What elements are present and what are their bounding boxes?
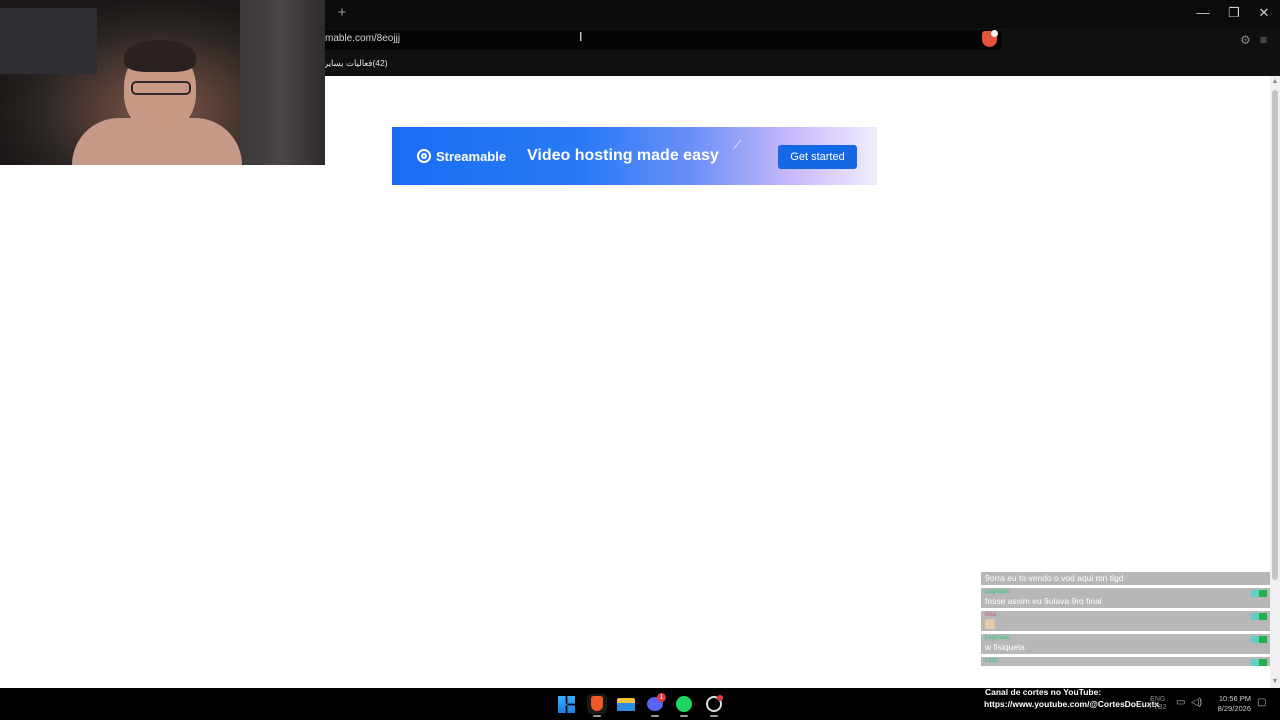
banner-tagline: Video hosting made easy	[527, 147, 719, 164]
stream-overlay-caption: Canal de cortes no YouTube:	[985, 687, 1102, 697]
chat-message: pagnaldo w fisiquela	[981, 634, 1270, 654]
chat-message-text: 9orra eu to vendo o vod aqui mn tlgd	[985, 573, 1124, 583]
chat-message: lofeh	[981, 657, 1270, 666]
webcam-background-curtain	[240, 0, 325, 165]
webcam-person-hair	[124, 40, 196, 72]
chat-username: nisu	[985, 612, 997, 618]
minimize-button[interactable]: —	[1188, 4, 1218, 22]
restore-button[interactable]: ❐	[1219, 4, 1249, 22]
menu-icon[interactable]: ≡	[1260, 33, 1267, 47]
screen: + — ❐ ✕ mable.com/8eojjj I ⚙ ≡ (42)فعالي…	[0, 0, 1280, 720]
keyboard-layout: PTB2	[1149, 704, 1167, 711]
running-app-indicator	[680, 715, 688, 717]
input-language-indicator[interactable]: ENG PTB2	[1149, 696, 1167, 712]
chat-message: pagnaldo fosse assim eu 9ulava 9ro final	[981, 588, 1270, 608]
webcam-overlay	[0, 0, 325, 165]
chat-username: pagnaldo	[985, 635, 1010, 641]
scrollbar-thumb[interactable]	[1272, 90, 1278, 580]
bookmark-item[interactable]: (42)فعاليات بساير	[324, 58, 388, 69]
running-app-indicator	[710, 715, 718, 717]
chat-badges-icon	[1251, 590, 1267, 597]
system-clock[interactable]: 10:56 PM 8/29/2026	[1206, 694, 1251, 714]
chat-message-text: fosse assim eu 9ulava 9ro final	[985, 596, 1102, 606]
banner-brand: Streamable	[436, 149, 507, 164]
webcam-background-poster	[0, 8, 97, 74]
notification-center-icon[interactable]: ▢	[1257, 697, 1266, 708]
chat-message: 9orra eu to vendo o vod aqui mn tlgd	[981, 572, 1270, 585]
chat-badges-icon	[1251, 613, 1267, 620]
scroll-up-arrow-icon[interactable]: ▲	[1271, 78, 1279, 85]
network-icon[interactable]: ▭	[1176, 697, 1185, 708]
chat-username: lofeh	[985, 658, 999, 664]
file-explorer-icon[interactable]	[616, 694, 636, 714]
spotify-icon[interactable]	[674, 694, 694, 714]
streamable-logo-inner	[421, 153, 427, 159]
chat-username: pagnaldo	[985, 589, 1010, 595]
chat-message: nisu	[981, 611, 1270, 631]
obs-recording-dot	[717, 695, 723, 701]
chat-badges-icon	[1251, 659, 1267, 666]
shields-badge	[991, 30, 998, 37]
chat-badges-icon	[1251, 636, 1267, 643]
running-app-indicator	[651, 715, 659, 717]
url-text[interactable]: mable.com/8eojjj	[325, 33, 400, 44]
extensions-icon[interactable]: ⚙	[1240, 33, 1251, 47]
stream-chat-overlay: 9orra eu to vendo o vod aqui mn tlgd pag…	[981, 572, 1270, 669]
sparkle-icon: ⟋	[733, 138, 742, 152]
scroll-down-arrow-icon[interactable]: ▼	[1271, 678, 1279, 685]
brave-browser-icon[interactable]	[587, 694, 607, 714]
clock-date: 8/29/2026	[1217, 704, 1251, 713]
address-bar[interactable]	[318, 30, 1002, 50]
get-started-button[interactable]: Get started	[778, 145, 857, 169]
discord-notification-badge: 1	[657, 693, 666, 702]
chat-message-text: w fisiquela	[985, 642, 1025, 652]
chat-emote-icon	[985, 619, 995, 629]
clock-time: 10:56 PM	[1218, 694, 1251, 703]
active-app-indicator	[593, 715, 601, 717]
language-code: ENG	[1150, 696, 1166, 703]
webcam-person-glasses	[131, 81, 191, 95]
stream-overlay-link: https://www.youtube.com/@CortesDoEuxtx	[984, 699, 1160, 709]
new-tab-button[interactable]: +	[334, 5, 350, 21]
volume-icon[interactable]: ◁)	[1191, 697, 1202, 708]
close-button[interactable]: ✕	[1249, 4, 1279, 22]
text-cursor-icon: I	[579, 30, 583, 44]
